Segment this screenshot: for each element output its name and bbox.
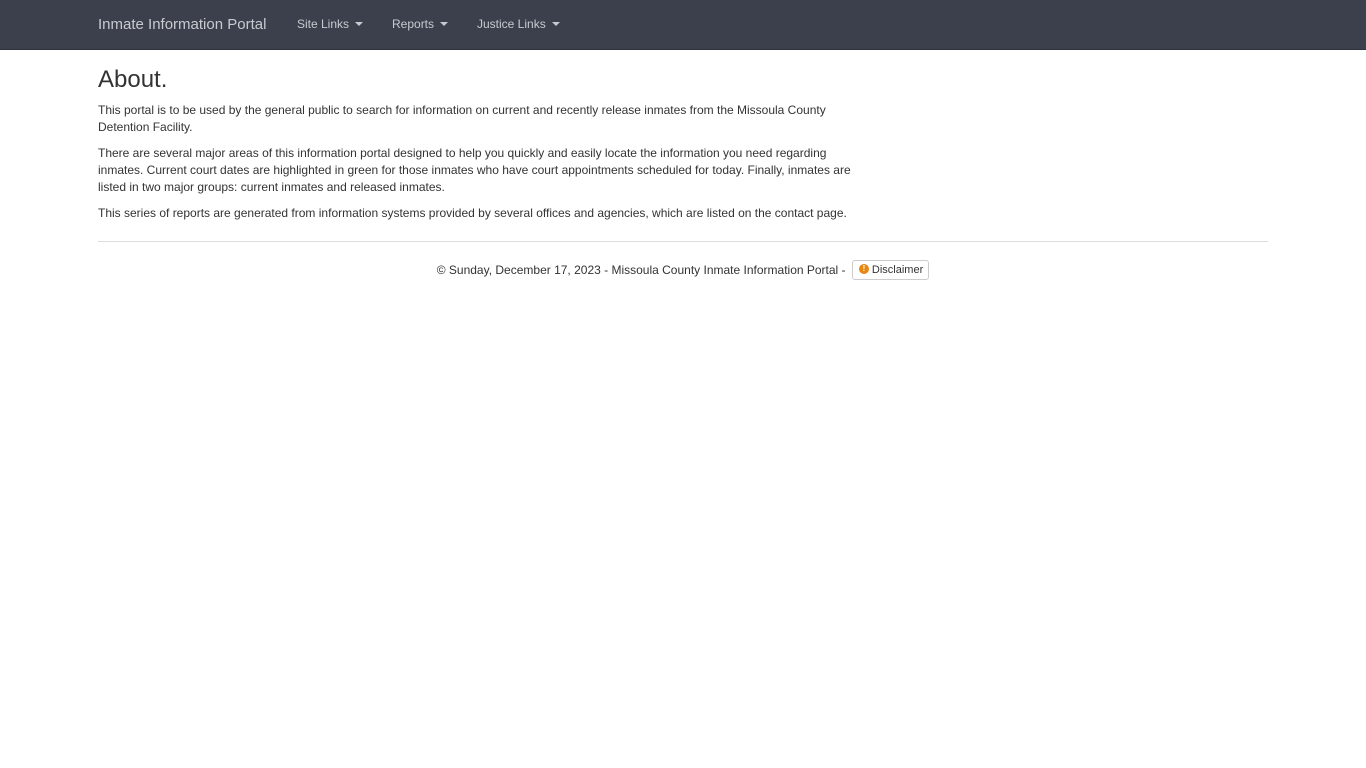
caret-down-icon [440,21,449,26]
exclamation-circle-icon: ! [858,263,869,274]
nav-dropdown-site-links[interactable]: Site Links [297,16,364,33]
disclaimer-button[interactable]: ! Disclaimer [851,259,930,280]
caret-down-icon [551,21,560,26]
about-paragraph-sources: This series of reports are generated fro… [98,206,847,220]
about-paragraph-areas: There are several major areas of this in… [98,146,851,194]
page-title: About. [98,66,168,93]
top-navbar: Inmate Information Portal Site Links Rep… [0,0,1366,50]
nav-dropdown-label: Site Links [297,17,350,31]
footer-divider [98,241,1268,242]
caret-down-icon [355,21,364,26]
nav-dropdown-label: Justice Links [477,17,546,31]
navbar-brand[interactable]: Inmate Information Portal [98,15,266,35]
about-paragraph-intro: This portal is to be used by the general… [98,103,826,134]
disclaimer-label: Disclaimer [871,263,924,276]
footer-copyright: © Sunday, December 17, 2023 - Missoula C… [436,263,846,277]
nav-dropdown-reports[interactable]: Reports [392,16,449,33]
footer: © Sunday, December 17, 2023 - Missoula C… [0,259,1366,281]
nav-dropdown-justice-links[interactable]: Justice Links [477,16,560,33]
nav-dropdown-label: Reports [392,17,435,31]
